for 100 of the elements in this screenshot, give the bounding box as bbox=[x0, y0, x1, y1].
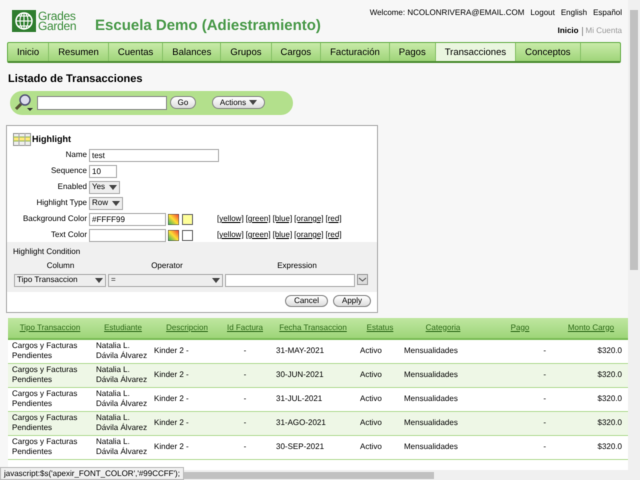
color-link[interactable]: [blue] bbox=[272, 213, 292, 225]
site-title: Escuela Demo (Adiestramiento) bbox=[95, 16, 321, 36]
table-cell-text: Activo bbox=[359, 394, 383, 404]
table-cell-text: $320.0 bbox=[596, 370, 623, 380]
color-picker-icon[interactable] bbox=[168, 214, 179, 224]
panel-title: Highlight bbox=[32, 132, 71, 146]
column-header[interactable]: Id Factura bbox=[220, 322, 270, 334]
field-label: Highlight Type bbox=[35, 197, 88, 209]
panel-button[interactable]: Cancel bbox=[285, 294, 328, 306]
nav-tab[interactable]: Grupos bbox=[221, 43, 272, 61]
logo-text: Grades bbox=[38, 11, 76, 21]
nav-tab[interactable]: Cargos bbox=[272, 43, 322, 61]
table-cell-text: Kinder 2 - bbox=[154, 394, 190, 404]
vertical-scrollbar[interactable] bbox=[628, 0, 640, 470]
section-title: Highlight Condition bbox=[13, 246, 82, 258]
column-header: Operator bbox=[150, 260, 184, 272]
column-header[interactable]: Estatus bbox=[356, 322, 404, 334]
color-link[interactable]: [green] bbox=[246, 213, 271, 225]
operator-select[interactable]: = bbox=[108, 274, 223, 286]
table-cell-text: Mensualidades bbox=[404, 394, 459, 404]
color-link[interactable]: [blue] bbox=[272, 229, 292, 241]
color-link[interactable]: [yellow] bbox=[217, 229, 244, 241]
color-field[interactable] bbox=[89, 228, 166, 242]
table-cell-text: - bbox=[242, 394, 248, 404]
expression-field[interactable] bbox=[225, 274, 355, 286]
column-header[interactable]: Categoria bbox=[404, 322, 482, 334]
select-field[interactable]: Yes bbox=[89, 180, 120, 194]
color-link[interactable]: [orange] bbox=[294, 213, 324, 225]
nav-tab[interactable]: Inicio bbox=[8, 43, 50, 61]
caret-icon bbox=[249, 100, 258, 105]
table-cell-text: 31-AGO-2021 bbox=[275, 418, 327, 428]
table-cell-text: Activo bbox=[359, 442, 383, 452]
table-cell-text: - bbox=[542, 442, 547, 452]
go-button[interactable]: Go bbox=[170, 96, 196, 109]
header-link[interactable]: Logout bbox=[530, 7, 555, 19]
logo-text: Garden bbox=[38, 21, 76, 31]
table-cell-text: Kinder 2 - bbox=[154, 346, 190, 356]
table-cell-text: - bbox=[242, 346, 248, 356]
column-header[interactable]: Pago bbox=[482, 322, 558, 334]
nav-tab[interactable]: Transacciones bbox=[436, 43, 516, 61]
color-link[interactable]: [red] bbox=[326, 213, 342, 225]
color-link[interactable]: [yellow] bbox=[217, 213, 244, 225]
scroll-thumb[interactable] bbox=[630, 10, 638, 270]
table-cell-text: 30-JUN-2021 bbox=[275, 370, 325, 380]
table-cell-text: - bbox=[242, 370, 248, 380]
table-cell-text: $320.0 bbox=[596, 346, 623, 356]
scroll-thumb[interactable] bbox=[184, 472, 434, 478]
field-label: Background Color bbox=[22, 213, 88, 225]
table-cell-text: Mensualidades bbox=[404, 442, 459, 452]
table-cell-text: 31-JUL-2021 bbox=[275, 394, 324, 404]
welcome-text: Welcome: NCOLONRIVERA@EMAIL.COM bbox=[370, 7, 524, 19]
color-swatch bbox=[182, 230, 193, 240]
table-cell-text: Cargos y Facturas Pendientes bbox=[11, 341, 78, 361]
table-cell-text: Kinder 2 - bbox=[154, 370, 190, 380]
table-cell-text: Activo bbox=[359, 346, 383, 356]
color-field[interactable]: #FFFF99 bbox=[89, 212, 166, 226]
header-link[interactable]: Español bbox=[593, 7, 622, 19]
table-cell-text: Natalia L. Dávila Álvarez bbox=[95, 389, 148, 409]
column-header[interactable]: Estudiante bbox=[92, 322, 154, 334]
name-field[interactable]: test bbox=[89, 148, 219, 162]
nav-tab[interactable]: Balances bbox=[163, 43, 222, 61]
account-link[interactable]: Inicio bbox=[558, 25, 579, 37]
table-cell-text: Kinder 2 - bbox=[154, 442, 190, 452]
nav-tab[interactable]: Facturación bbox=[321, 43, 390, 61]
color-link[interactable]: [orange] bbox=[294, 229, 324, 241]
table-cell-text: Natalia L. Dávila Álvarez bbox=[95, 365, 148, 385]
column-header[interactable]: Descripcion bbox=[154, 322, 220, 334]
search-icon[interactable] bbox=[14, 94, 34, 112]
sequence-field[interactable]: 10 bbox=[89, 164, 117, 178]
panel-button[interactable]: Apply bbox=[332, 294, 371, 306]
column-header[interactable]: Monto Cargo bbox=[558, 322, 624, 334]
actions-button[interactable]: Actions bbox=[212, 96, 265, 109]
search-field[interactable] bbox=[37, 96, 167, 110]
field-label: Text Color bbox=[50, 229, 88, 241]
select-field[interactable]: Row bbox=[89, 196, 124, 210]
table-cell-text: - bbox=[542, 418, 547, 428]
nav-tab[interactable]: Cuentas bbox=[108, 43, 164, 61]
header-link[interactable]: English bbox=[560, 7, 588, 19]
table-cell-text: Activo bbox=[359, 370, 383, 380]
page-title: Listado de Transacciones bbox=[8, 72, 144, 87]
field-label: Enabled bbox=[56, 181, 88, 193]
dropdown-icon[interactable] bbox=[357, 274, 368, 284]
nav-tab[interactable]: Resumen bbox=[49, 43, 109, 61]
column-header: Expression bbox=[276, 260, 318, 272]
color-link[interactable]: [green] bbox=[246, 229, 271, 241]
column-select[interactable]: Tipo Transaccion bbox=[14, 274, 106, 286]
status-bar: javascript:$s('apexir_FONT_COLOR','#99CCFF'); bbox=[0, 467, 184, 480]
table-cell-text: $320.0 bbox=[596, 442, 623, 452]
field-label: Name bbox=[64, 149, 88, 161]
color-link[interactable]: [red] bbox=[326, 229, 342, 241]
column-header[interactable]: Tipo Transaccion bbox=[8, 322, 92, 334]
table-cell-text: Mensualidades bbox=[404, 370, 459, 380]
table-cell-text: Activo bbox=[359, 418, 383, 428]
globe-icon bbox=[12, 10, 36, 32]
column-header[interactable]: Fecha Transaccion bbox=[270, 322, 356, 334]
table-cell-text: Mensualidades bbox=[404, 418, 459, 428]
nav-tab[interactable]: Conceptos bbox=[516, 43, 581, 61]
table-cell-text: Mensualidades bbox=[404, 346, 459, 356]
table-cell-text: Kinder 2 - bbox=[154, 418, 190, 428]
horizontal-scrollbar[interactable] bbox=[184, 470, 640, 480]
